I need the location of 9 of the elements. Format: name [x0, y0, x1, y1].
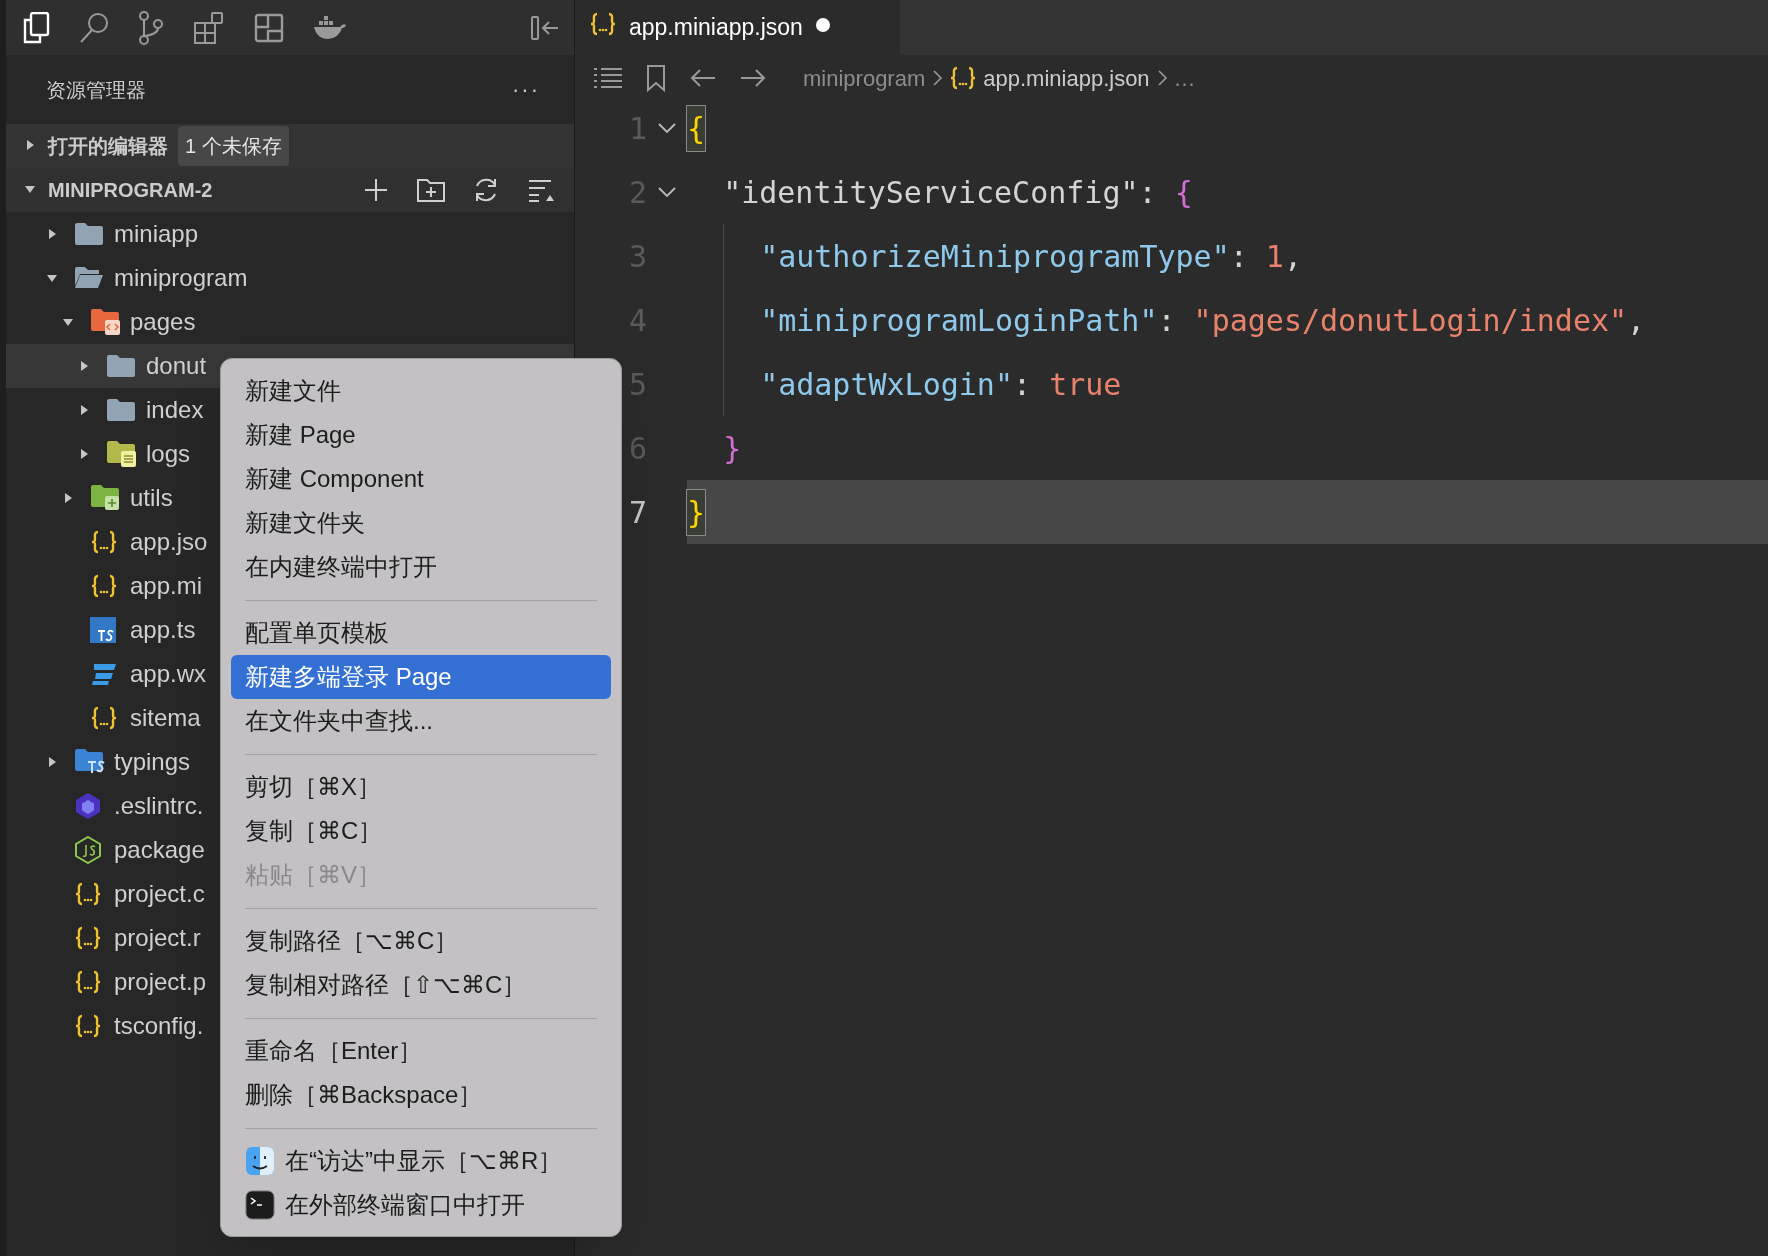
code-line: "miniprogramLoginPath": "pages/donutLogin/index", [687, 288, 1768, 352]
code-line: "authorizeMiniprogramType": 1, [687, 224, 1768, 288]
code-line: } [722, 429, 743, 468]
panel-title: 资源管理器 [46, 77, 146, 103]
unsaved-badge: 1 个未保存 [178, 126, 289, 166]
code-line: "adaptWxLogin": true [687, 352, 1768, 416]
code-line: { [687, 96, 1768, 160]
line-number: 7 [627, 493, 647, 532]
code-line: "identityServiceConfig": { [722, 173, 1194, 212]
